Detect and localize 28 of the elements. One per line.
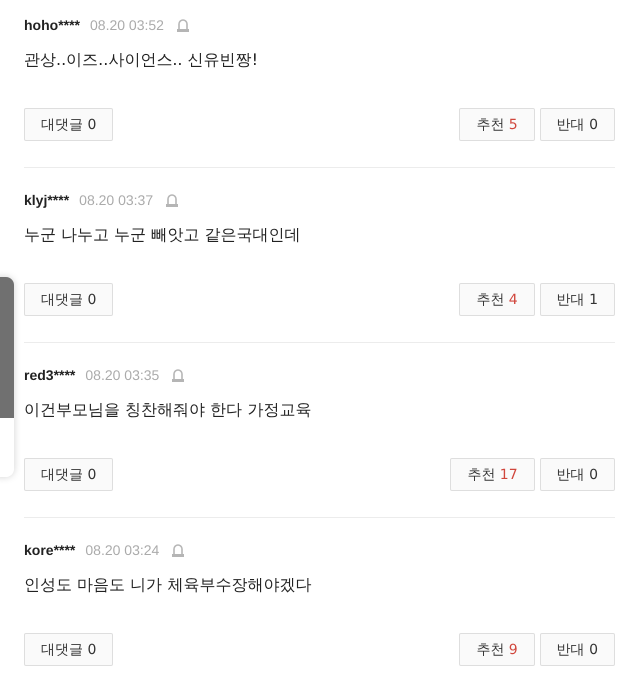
- reply-button[interactable]: 대댓글 0: [24, 108, 114, 141]
- username: red3****: [24, 367, 76, 383]
- siren-icon[interactable]: [171, 368, 186, 382]
- comment-text: 인성도 마음도 니가 체육부수장해야겠다: [24, 574, 312, 596]
- timestamp: 08.20 03:37: [79, 192, 154, 208]
- comment-text: 누군 나누고 누군 빼앗고 같은국대인데: [24, 224, 302, 246]
- like-button[interactable]: 추천 4: [459, 283, 535, 316]
- username: hoho****: [24, 17, 80, 33]
- username: klyj****: [24, 192, 70, 208]
- reply-button[interactable]: 대댓글 0: [24, 283, 114, 316]
- siren-icon[interactable]: [165, 192, 180, 208]
- dislike-button[interactable]: 반대 0: [540, 108, 615, 141]
- comment-text: 이건부모님을 칭찬해줘야 한다 가정교육: [24, 399, 312, 421]
- reply-button[interactable]: 대댓글 0: [24, 633, 114, 666]
- siren-icon[interactable]: [171, 542, 186, 558]
- comment-text: 관상..이즈..사이언스.. 신유빈짱!: [24, 49, 260, 71]
- like-button[interactable]: 추천 17: [450, 458, 535, 491]
- reply-button[interactable]: 대댓글 0: [24, 458, 114, 491]
- dislike-button[interactable]: 반대 0: [540, 458, 615, 491]
- dislike-button[interactable]: 반대 1: [540, 283, 615, 316]
- like-button[interactable]: 추천 9: [459, 633, 535, 666]
- timestamp: 08.20 03:24: [85, 542, 160, 558]
- timestamp: 08.20 03:52: [90, 17, 164, 33]
- username: kore****: [24, 542, 76, 558]
- timestamp: 08.20 03:35: [85, 367, 160, 383]
- dislike-button[interactable]: 반대 0: [540, 633, 615, 666]
- like-button[interactable]: 추천 5: [459, 108, 535, 141]
- siren-icon[interactable]: [176, 18, 190, 32]
